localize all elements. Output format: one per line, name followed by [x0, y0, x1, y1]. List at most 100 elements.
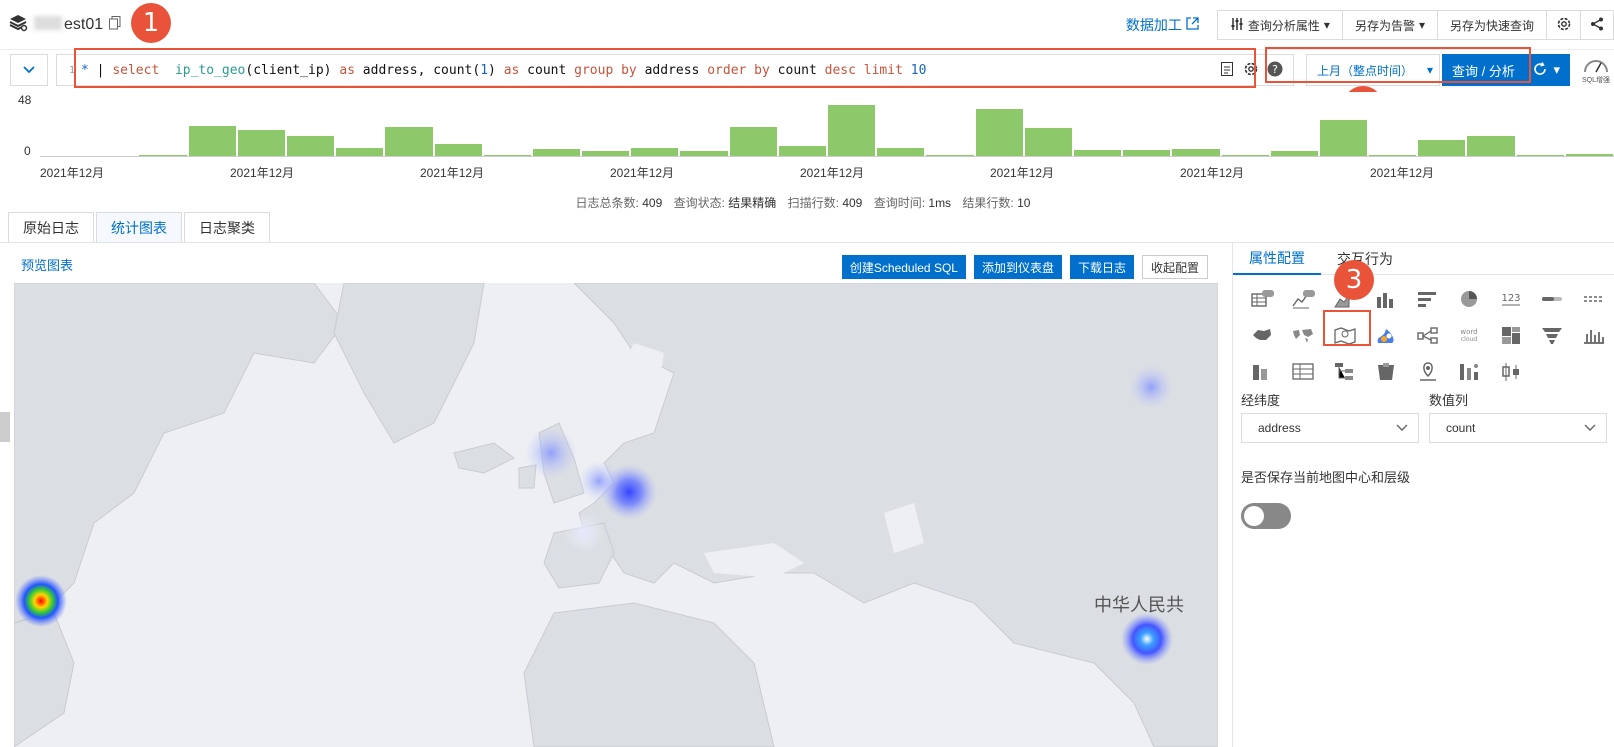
- query-token: count: [519, 62, 575, 78]
- save-as-alert-label: 另存为告警: [1354, 18, 1415, 33]
- save-as-quick-query-button[interactable]: 另存为快速查询: [1436, 10, 1546, 40]
- download-logs-button[interactable]: 下载日志: [1069, 255, 1134, 279]
- histogram-bar[interactable]: [385, 126, 433, 156]
- chart-type-column-stack-icon[interactable]: [1241, 353, 1283, 389]
- chart-type-treemap-icon[interactable]: [1490, 317, 1532, 353]
- tab-properties[interactable]: 属性配置: [1233, 243, 1321, 275]
- collapse-config-button[interactable]: 收起配置: [1141, 255, 1208, 279]
- sql-enhance-toggle[interactable]: SQL增强: [1578, 50, 1614, 92]
- query-analyze-label: 查询 / 分析: [1452, 63, 1515, 79]
- logstore-title: est01: [8, 14, 121, 35]
- histogram-bar[interactable]: [1467, 136, 1515, 156]
- chart-type-histogram-icon[interactable]: [1573, 317, 1614, 353]
- stat-status-label: 查询状态:: [673, 196, 725, 210]
- copy-icon[interactable]: [109, 16, 121, 33]
- chart-type-flow-icon[interactable]: [1573, 281, 1614, 317]
- histogram-baseline: [40, 156, 1614, 157]
- chart-type-world-map-icon[interactable]: [1283, 317, 1325, 353]
- chart-type-funnel-icon[interactable]: [1532, 317, 1574, 353]
- stat-total-value: 409: [642, 196, 663, 210]
- chart-type-progress-icon[interactable]: [1532, 281, 1574, 317]
- settings-button[interactable]: [1546, 10, 1580, 40]
- query-analyze-button[interactable]: 查询 / 分析 ▾: [1442, 54, 1570, 86]
- chart-type-pie-icon[interactable]: [1449, 281, 1491, 317]
- histogram-bar[interactable]: [778, 145, 826, 156]
- query-text[interactable]: * | select ip_to_geo(client_ip) as addre…: [81, 63, 926, 78]
- histogram-bar[interactable]: [1024, 128, 1072, 156]
- query-token: as: [503, 62, 520, 78]
- query-token: group by: [574, 62, 637, 78]
- chart-type-word-cloud-icon[interactable]: word cloud: [1449, 317, 1491, 353]
- query-properties-button[interactable]: 查询分析属性 ▾: [1216, 10, 1342, 40]
- lonlat-select[interactable]: address: [1241, 413, 1419, 443]
- tab-charts[interactable]: 统计图表: [96, 212, 182, 242]
- stat-status-value: 结果精确: [728, 196, 777, 210]
- heat-map[interactable]: 中华人民共: [14, 283, 1218, 747]
- chart-type-amap-icon[interactable]: [1324, 317, 1366, 353]
- histogram-x-label: 2021年12月: [230, 166, 295, 180]
- histogram-bar[interactable]: [188, 125, 236, 156]
- value-column-select[interactable]: count: [1429, 413, 1607, 443]
- help-icon[interactable]: ?: [1267, 61, 1283, 77]
- svg-text:123: 123: [1501, 293, 1520, 304]
- histogram-bar[interactable]: [336, 147, 384, 156]
- histogram-bar[interactable]: [729, 126, 777, 156]
- chart-type-rect-tree-icon[interactable]: [1366, 353, 1408, 389]
- histogram-bar[interactable]: [975, 109, 1023, 156]
- chart-type-location-icon[interactable]: [1407, 353, 1449, 389]
- create-scheduled-sql-button[interactable]: 创建Scheduled SQL: [841, 255, 966, 279]
- side-collapse-handle[interactable]: [0, 412, 10, 442]
- tab-raw-logs[interactable]: 原始日志: [8, 212, 94, 242]
- query-editor[interactable]: 1 * | select ip_to_geo(client_ip) as add…: [56, 54, 1294, 86]
- chart-preview-pane: 预览图表 创建Scheduled SQL 添加到仪表盘 下载日志 收起配置 中华…: [0, 243, 1232, 747]
- add-to-dashboard-button[interactable]: 添加到仪表盘: [973, 255, 1062, 279]
- histogram-bars[interactable]: [40, 100, 1614, 156]
- chart-type-china-map-icon[interactable]: [1241, 317, 1283, 353]
- histogram-x-label: 2021年12月: [1180, 166, 1245, 180]
- query-token: address, count(: [354, 62, 481, 78]
- gauge-icon: [1583, 57, 1609, 75]
- histogram-bar[interactable]: [237, 130, 285, 156]
- lonlat-select-value: address: [1258, 421, 1301, 435]
- histogram-bar[interactable]: [828, 104, 876, 156]
- histogram-bar[interactable]: [532, 149, 581, 156]
- query-token: desc limit: [824, 62, 903, 78]
- keep-center-toggle[interactable]: [1241, 503, 1291, 529]
- chart-type-heat-map-icon[interactable]: [1366, 317, 1408, 353]
- collapse-button[interactable]: [10, 54, 48, 86]
- chart-type-horizontal-bar-icon[interactable]: [1407, 281, 1449, 317]
- svg-text:cloud: cloud: [1461, 336, 1477, 343]
- histogram-x-label: 2021年12月: [610, 166, 675, 180]
- sql-enhance-label: SQL增强: [1581, 77, 1610, 84]
- query-token: order by: [707, 62, 770, 78]
- share-button[interactable]: [1580, 10, 1614, 40]
- chart-type-table-pro-icon[interactable]: [1241, 281, 1283, 317]
- document-icon[interactable]: [1219, 61, 1235, 77]
- histogram-bar[interactable]: [1319, 119, 1368, 156]
- histogram-y-min: 0: [24, 144, 31, 158]
- histogram-bar[interactable]: [286, 136, 335, 156]
- histogram-bar[interactable]: [877, 147, 925, 156]
- chart-type-tree-icon[interactable]: [1324, 353, 1366, 389]
- heat-point-france: [564, 513, 604, 553]
- data-processing-link[interactable]: 数据加工: [1126, 15, 1199, 35]
- histogram-bar[interactable]: [1172, 149, 1220, 156]
- chart-type-table-icon[interactable]: [1283, 353, 1325, 389]
- chart-type-single-value-icon[interactable]: 123: [1490, 281, 1532, 317]
- chart-type-tree-map-icon[interactable]: [1449, 353, 1491, 389]
- histogram-bar[interactable]: [631, 147, 679, 156]
- histogram-bar[interactable]: [434, 144, 482, 156]
- caret-down-icon: ▾: [1427, 63, 1434, 77]
- chart-type-candlestick-icon[interactable]: [1490, 353, 1532, 389]
- tab-log-clustering[interactable]: 日志聚类: [184, 212, 270, 242]
- heat-point-netherlands: [579, 461, 619, 501]
- time-range-select[interactable]: 上月（整点时间） ▾: [1306, 54, 1440, 86]
- share-icon: [1590, 17, 1604, 34]
- save-as-alert-button[interactable]: 另存为告警 ▾: [1341, 10, 1437, 40]
- chart-type-line-pro-icon[interactable]: [1283, 281, 1325, 317]
- refresh-dropdown[interactable]: ▾: [1533, 61, 1560, 79]
- chart-type-sankey-icon[interactable]: [1407, 317, 1449, 353]
- gear-icon[interactable]: [1243, 61, 1259, 77]
- histogram-bar[interactable]: [1418, 139, 1466, 156]
- query-token: [159, 63, 175, 78]
